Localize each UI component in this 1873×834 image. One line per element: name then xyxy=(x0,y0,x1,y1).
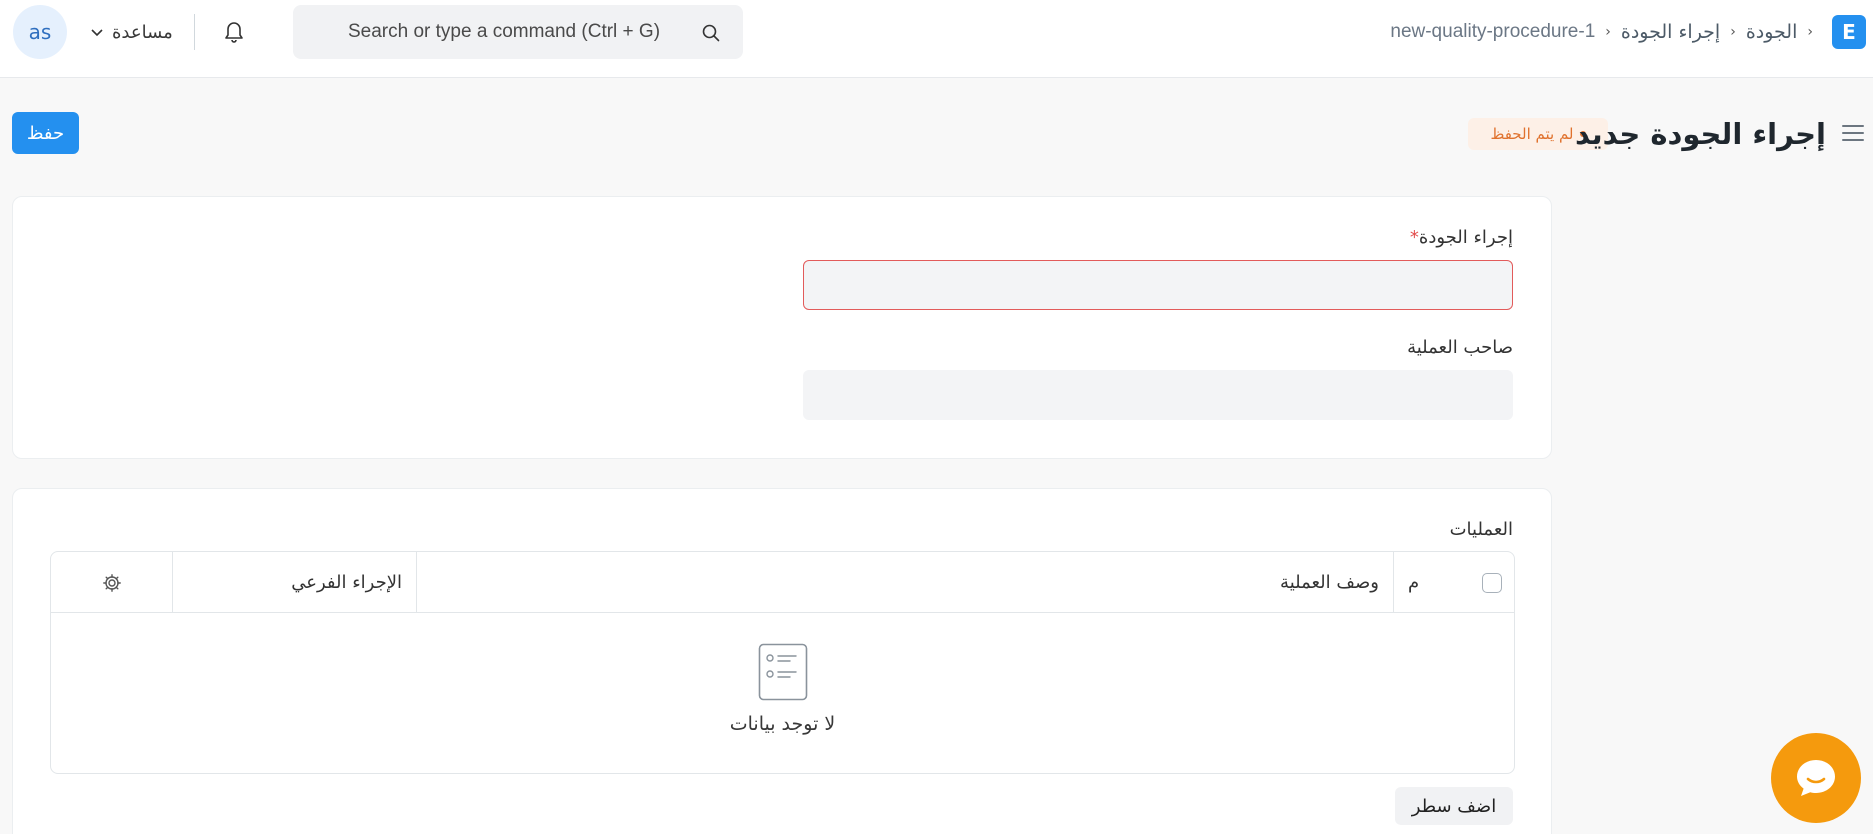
search-icon xyxy=(702,24,720,42)
status-text: لم يتم الحفظ xyxy=(1490,125,1574,143)
owner-label: صاحب العملية xyxy=(1407,337,1513,358)
column-description: وصف العملية xyxy=(417,552,1394,613)
gear-icon xyxy=(102,573,121,592)
avatar[interactable]: as xyxy=(13,5,67,59)
navbar: as مساعدة › الجودة › إجراء الجودة › new-… xyxy=(0,0,1873,78)
table-header: الإجراء الفرعي وصف العملية م xyxy=(51,552,1514,613)
notifications-button[interactable] xyxy=(219,16,249,48)
help-dropdown[interactable]: مساعدة xyxy=(90,18,173,46)
search-input[interactable] xyxy=(293,5,743,59)
select-all-checkbox[interactable] xyxy=(1482,572,1502,593)
empty-state: لا توجد بيانات xyxy=(51,613,1514,773)
chevron-left-icon: › xyxy=(1807,24,1813,40)
procedure-label: إجراء الجودة* xyxy=(1409,227,1513,248)
processes-section: العمليات الإجراء الفرعي وصف العملية م لا… xyxy=(12,488,1552,834)
chevron-left-icon: › xyxy=(1605,24,1611,40)
chevron-down-icon xyxy=(91,29,103,37)
menu-icon[interactable] xyxy=(1841,122,1865,144)
bell-icon xyxy=(225,22,243,43)
navbar-divider xyxy=(194,14,195,50)
required-mark: * xyxy=(1409,227,1419,248)
breadcrumb-item-quality[interactable]: الجودة xyxy=(1746,21,1798,43)
app-logo[interactable]: E xyxy=(1832,15,1866,49)
search-bar[interactable] xyxy=(293,5,743,59)
index-header-label: م xyxy=(1408,572,1420,593)
procedure-input[interactable] xyxy=(803,260,1513,310)
column-index: م xyxy=(1394,552,1514,613)
page-title: إجراء الجودة جديد xyxy=(1574,117,1826,151)
column-settings[interactable] xyxy=(51,552,173,613)
chevron-left-icon: › xyxy=(1730,24,1736,40)
owner-input[interactable] xyxy=(803,370,1513,420)
breadcrumb-item-quality-procedure[interactable]: إجراء الجودة xyxy=(1621,21,1720,43)
form-section: إجراء الجودة* صاحب العملية xyxy=(12,196,1552,459)
processes-table: الإجراء الفرعي وصف العملية م لا توجد بيا… xyxy=(50,551,1515,774)
chat-button[interactable] xyxy=(1771,733,1861,823)
help-label: مساعدة xyxy=(112,21,173,43)
empty-state-text: لا توجد بيانات xyxy=(729,713,836,735)
breadcrumb: › الجودة › إجراء الجودة › new-quality-pr… xyxy=(1390,18,1813,46)
processes-label: العمليات xyxy=(1449,519,1513,540)
column-sub-procedure: الإجراء الفرعي xyxy=(173,552,417,613)
save-button[interactable]: حفظ xyxy=(12,112,79,154)
add-row-button[interactable]: اضف سطر xyxy=(1395,787,1513,825)
breadcrumb-item-current: new-quality-procedure-1 xyxy=(1390,21,1596,42)
chat-bubble-icon xyxy=(1797,760,1835,796)
empty-list-icon xyxy=(758,643,807,701)
